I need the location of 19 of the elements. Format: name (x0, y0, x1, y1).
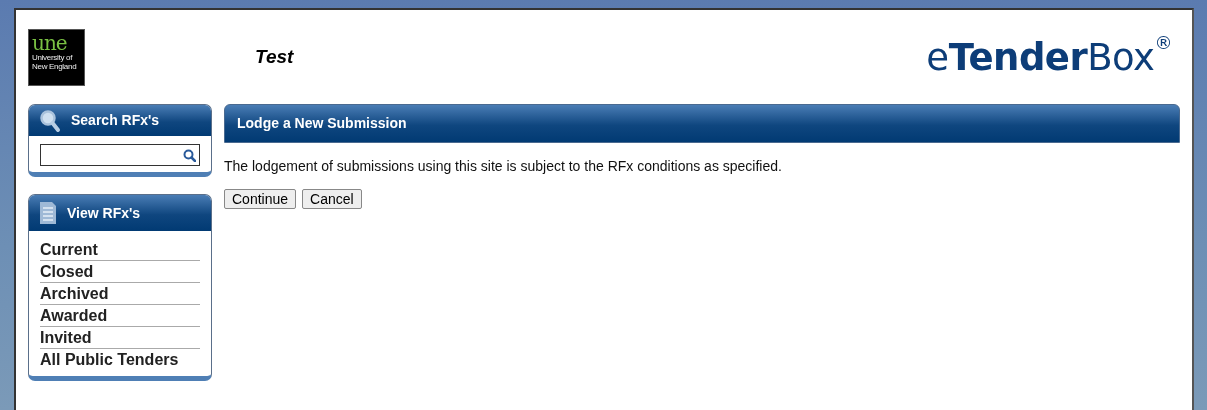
nav-link[interactable]: Archived (40, 283, 200, 305)
nav-link[interactable]: All Public Tenders (40, 349, 200, 370)
nav-link[interactable]: Current (40, 239, 200, 261)
form-button[interactable]: Cancel (302, 189, 362, 209)
document-icon (39, 201, 57, 225)
nav-link[interactable]: Invited (40, 327, 200, 349)
nav-link[interactable]: Awarded (40, 305, 200, 327)
search-icon (39, 108, 61, 133)
search-field[interactable] (40, 144, 200, 166)
section-header: Lodge a New Submission (224, 104, 1180, 143)
notice-text: The lodgement of submissions using this site is subject to the RFx conditions as specified. (224, 158, 783, 174)
search-icon[interactable] (183, 148, 196, 162)
panel-title: View RFx's (67, 204, 141, 223)
university-logo: une University of New England (28, 28, 85, 86)
brand-logo: eTenderBox$^{®}$ (926, 35, 1172, 79)
form-button[interactable]: Continue (224, 189, 297, 209)
nav-link[interactable]: Closed (40, 261, 200, 283)
site-title: Test (255, 46, 294, 68)
panel-title: Search RFx's (71, 111, 160, 130)
